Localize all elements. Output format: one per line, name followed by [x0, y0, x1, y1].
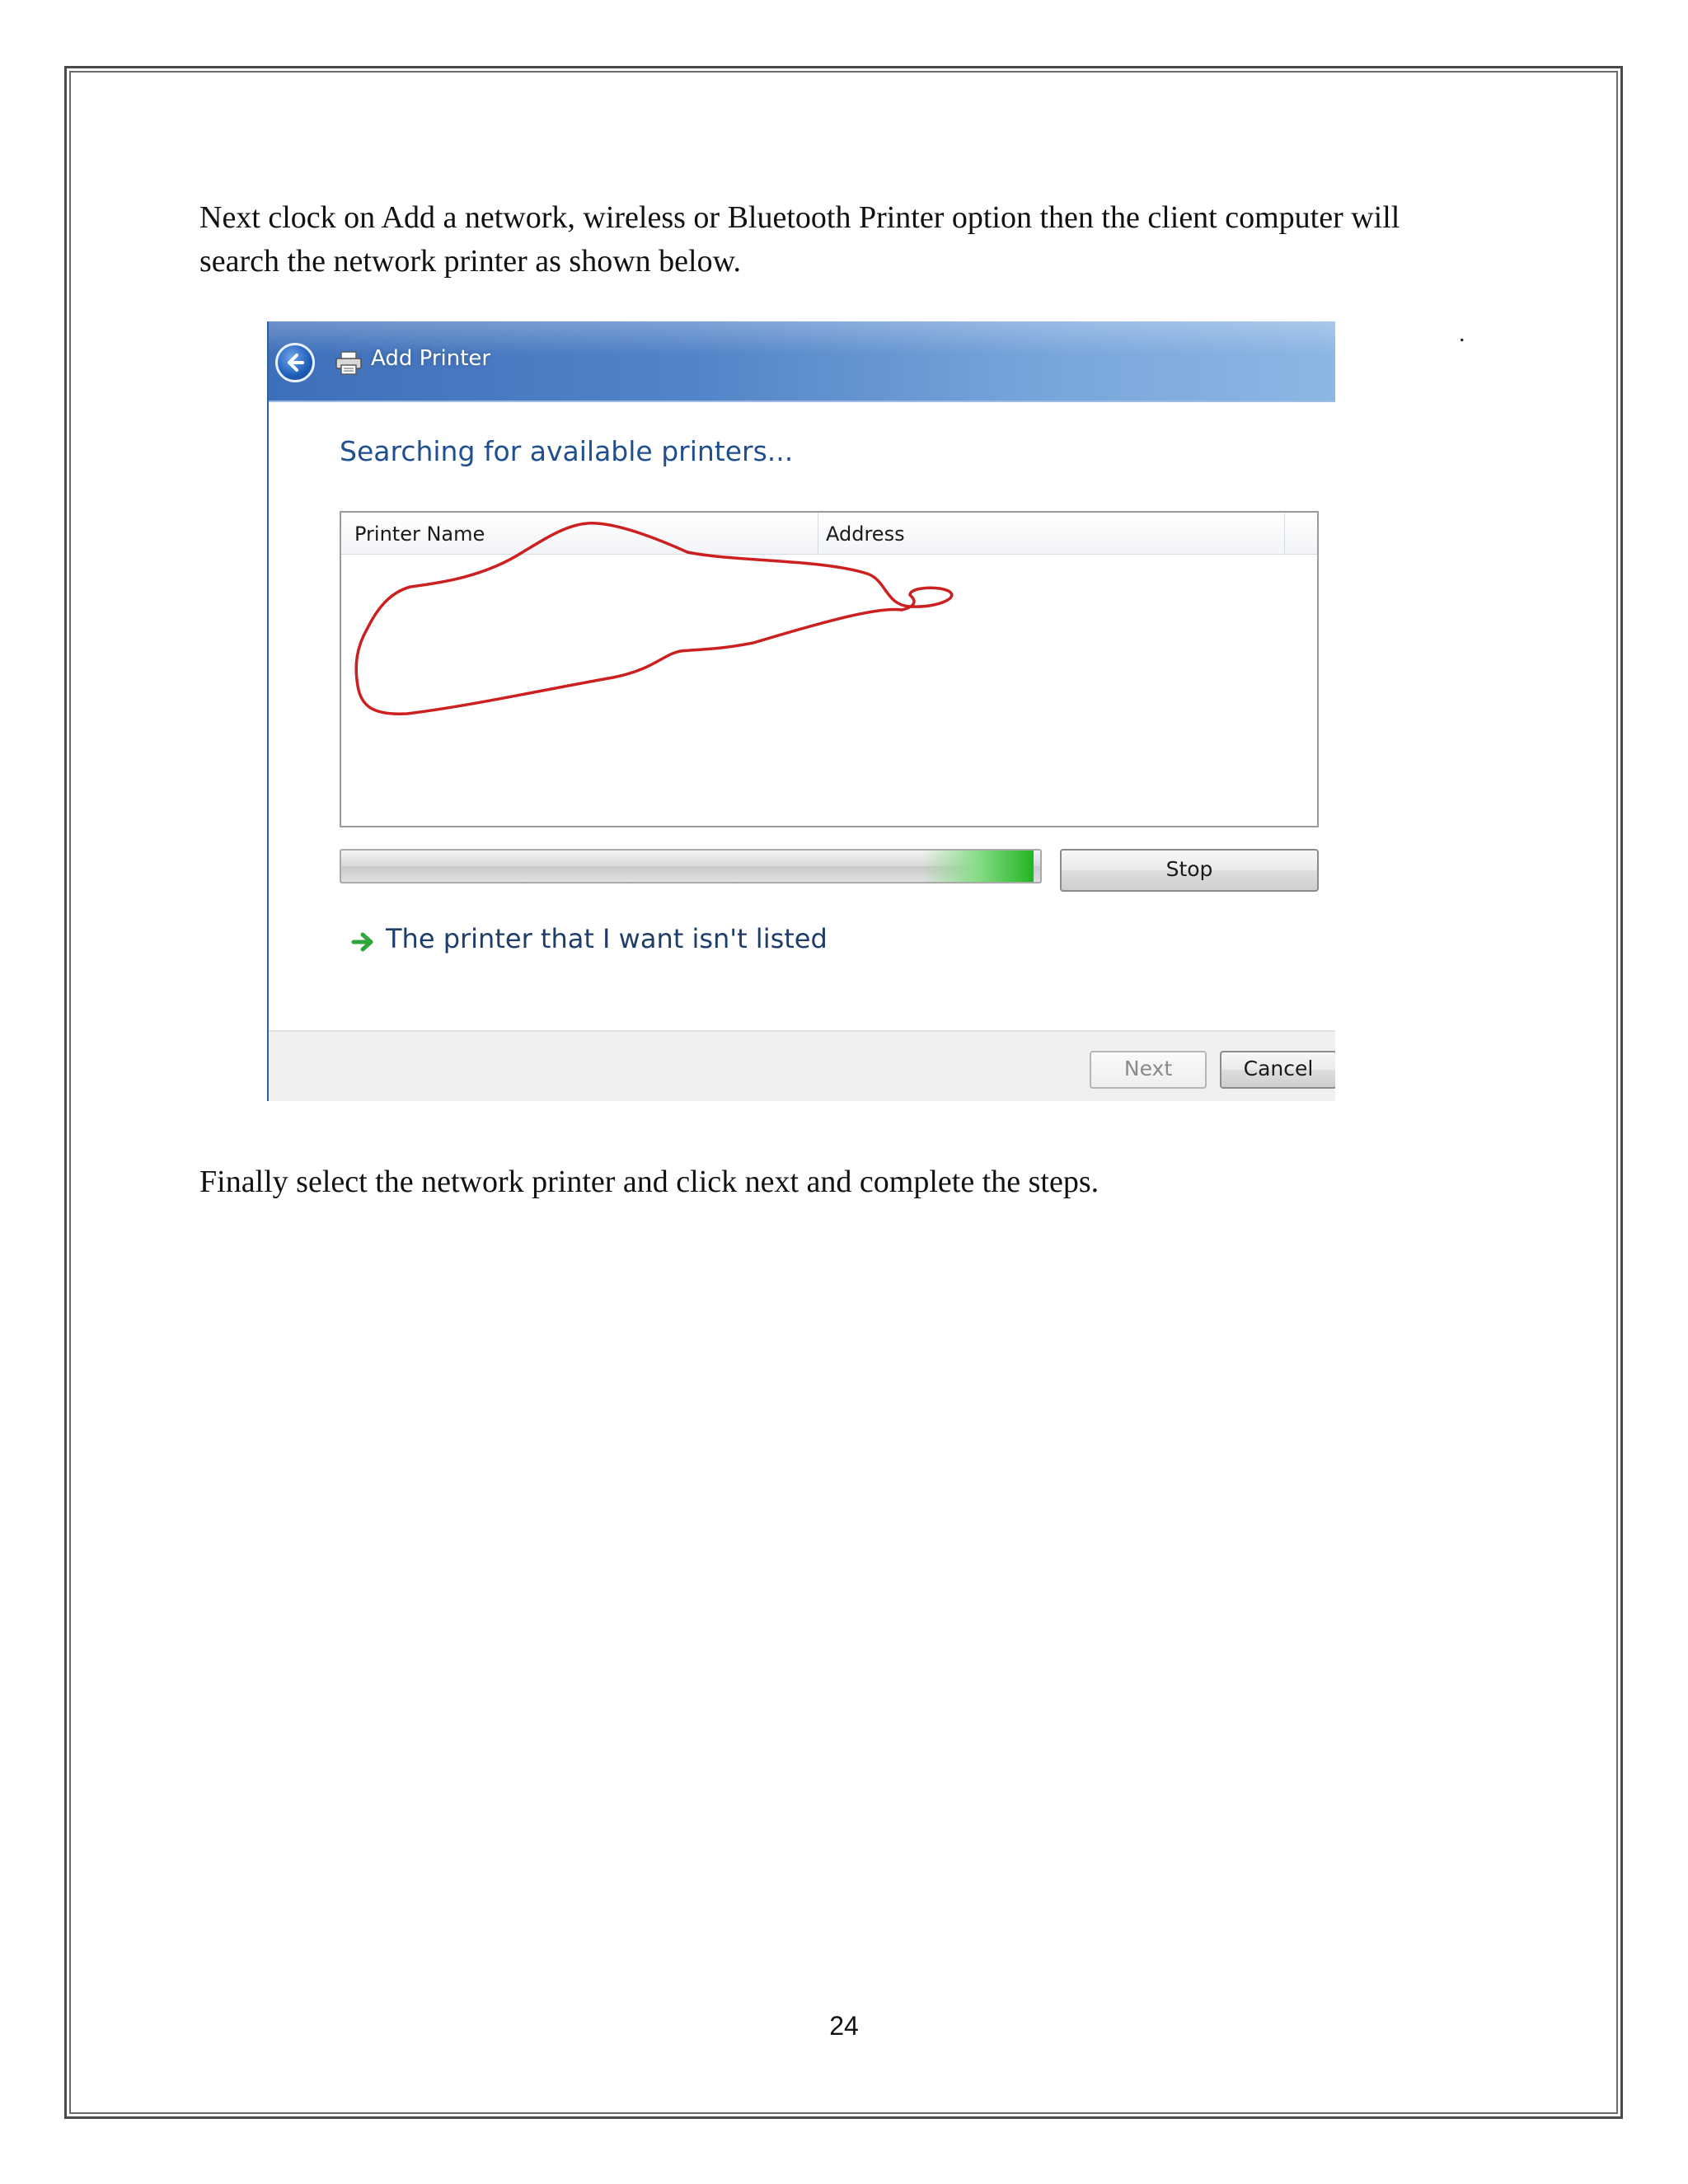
dialog-titlebar: Add Printer: [269, 321, 1335, 402]
green-arrow-icon: [351, 932, 373, 952]
closing-paragraph: Finally select the network printer and c…: [199, 1160, 1485, 1204]
stray-mark: .: [1459, 320, 1465, 347]
cancel-button[interactable]: Cancel: [1220, 1051, 1335, 1089]
search-progress-bar: [340, 849, 1042, 883]
next-button[interactable]: Next: [1090, 1051, 1207, 1089]
closing-paragraph-text: Finally select the network printer and c…: [199, 1165, 1100, 1199]
printer-not-listed-label[interactable]: The printer that I want isn't listed: [386, 923, 828, 954]
add-printer-dialog-screenshot: Add Printer Searching for available prin…: [267, 321, 1335, 1101]
intro-paragraph: Next clock on Add a network, wireless or…: [199, 196, 1485, 284]
back-arrow-icon[interactable]: [275, 343, 315, 382]
progress-fill: [341, 851, 1034, 882]
printer-list[interactable]: Printer Name Address: [340, 511, 1319, 827]
page-number: 24: [829, 2011, 859, 2041]
intro-paragraph-text: Next clock on Add a network, wireless or…: [199, 200, 1400, 279]
stop-button[interactable]: Stop: [1060, 849, 1319, 892]
red-annotation-scribble: [354, 521, 954, 715]
dialog-title: Add Printer: [371, 346, 491, 371]
printer-icon: [335, 351, 362, 375]
searching-heading: Searching for available printers...: [340, 435, 794, 467]
